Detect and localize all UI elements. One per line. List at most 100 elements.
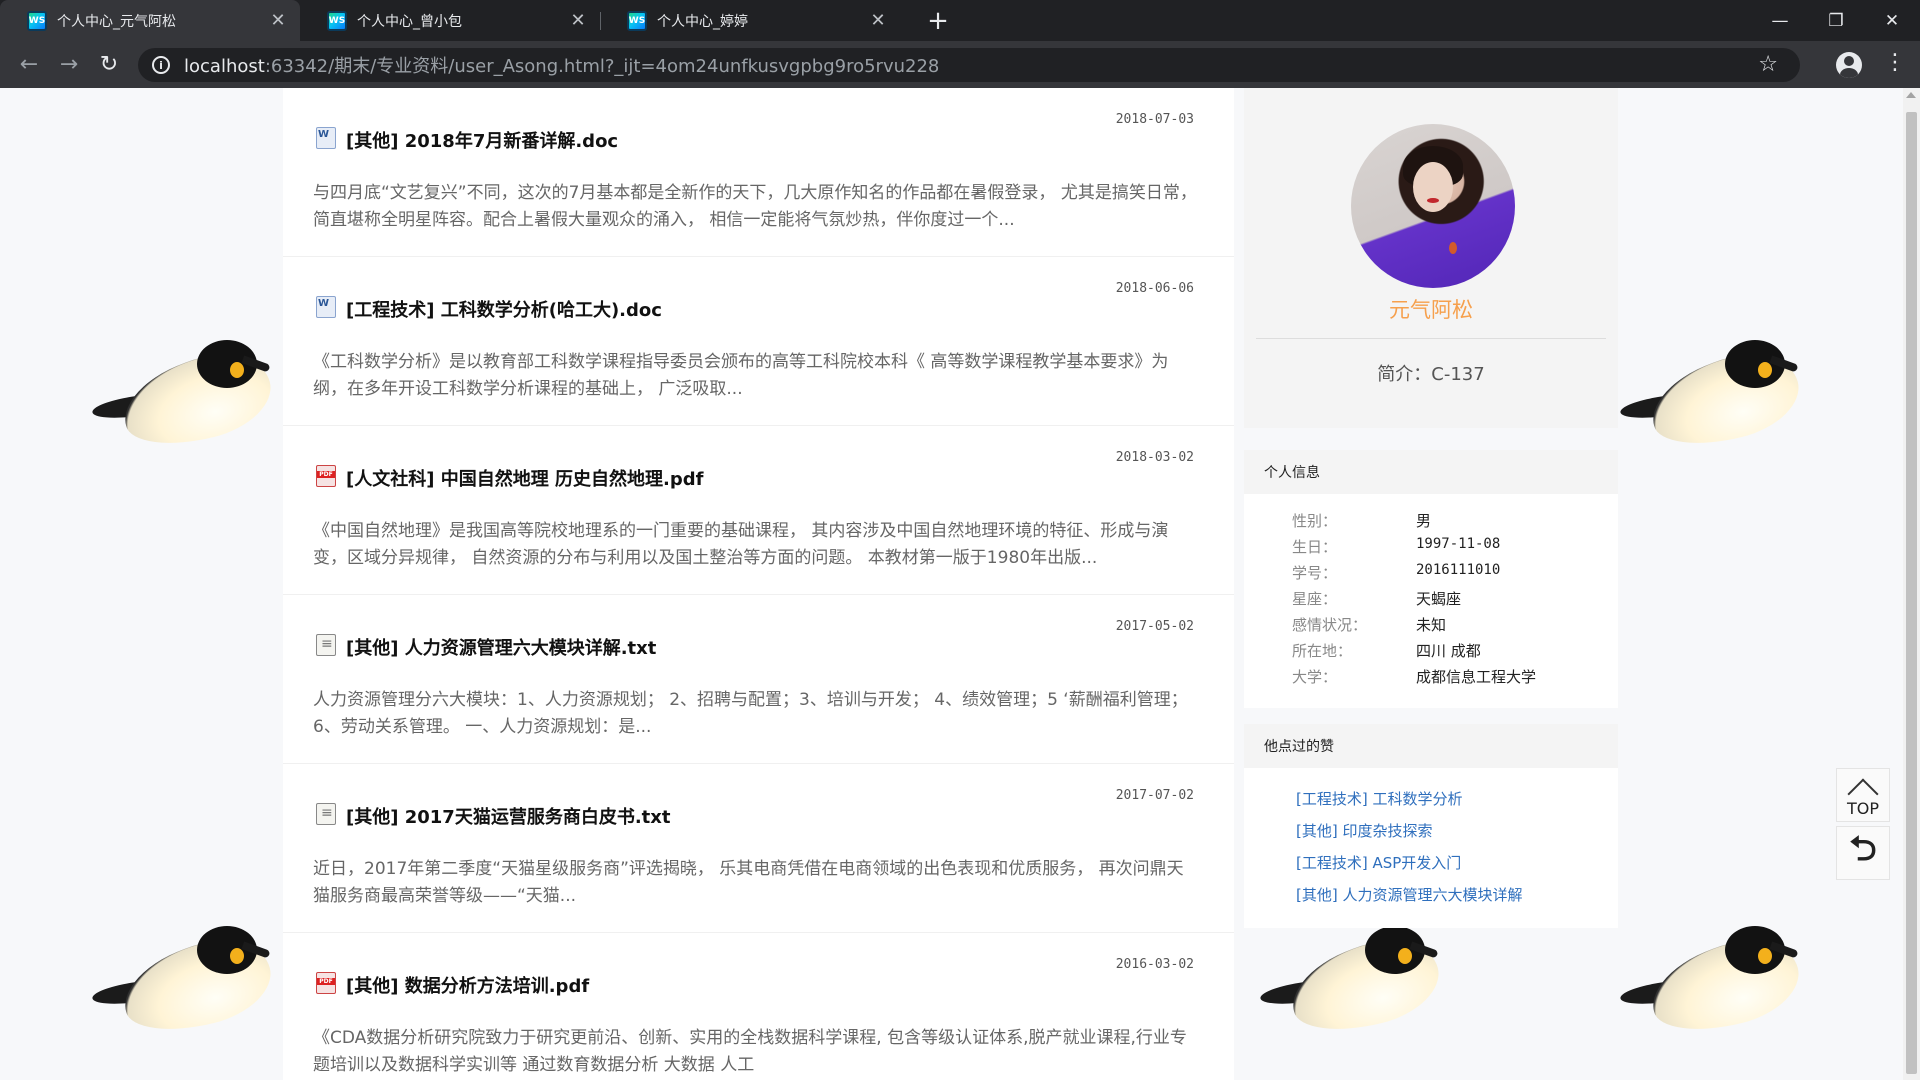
- penguin-decoration: [1259, 926, 1448, 1043]
- word-file-icon: [316, 296, 336, 318]
- article-list: 2018-07-03 [其他] 2018年7月新番详解.doc 与四月底“文艺复…: [283, 88, 1234, 1080]
- profile-bio: 简介：C-137: [1377, 364, 1485, 385]
- tab[interactable]: WS 个人中心_曾小包 ✕: [300, 0, 600, 41]
- article-date: 2018-06-06: [1115, 281, 1194, 296]
- browser-toolbar: ← → ↻ i localhost:63342/期末/专业资料/user_Aso…: [0, 41, 1920, 88]
- info-key: 感情状况：: [1292, 616, 1368, 634]
- webstorm-favicon-icon: WS: [627, 10, 647, 31]
- article-excerpt: 《工科数学分析》是以教育部工科数学课程指导委员会颁布的高等工科院校本科《 高等数…: [313, 352, 1169, 399]
- text-file-icon: [316, 803, 336, 825]
- likes-panel: 他点过的赞 [工程技术] 工科数学分析 [其他] 印度杂技探索 [工程技术] A…: [1244, 724, 1618, 928]
- info-key: 生日：: [1292, 538, 1338, 556]
- pdf-file-icon: [316, 465, 336, 487]
- article-item[interactable]: 2018-07-03 [其他] 2018年7月新番详解.doc 与四月底“文艺复…: [283, 88, 1234, 257]
- profile-username: 元气阿松: [1389, 298, 1473, 322]
- info-value: 天蝎座: [1416, 590, 1462, 608]
- divider: [1256, 338, 1606, 339]
- avatar[interactable]: [1351, 124, 1515, 288]
- tab-label: 个人中心_元气阿松: [57, 13, 176, 30]
- url-path: :63342/期末/专业资料/user_Asong.html?_ijt=4om2…: [264, 56, 940, 77]
- article-item[interactable]: 2017-05-02 [其他] 人力资源管理六大模块详解.txt 人力资源管理分…: [283, 595, 1234, 764]
- tab-close-icon[interactable]: ✕: [268, 10, 288, 31]
- article-title[interactable]: [工程技术] 工科数学分析(哈工大).doc: [346, 296, 662, 322]
- page-viewport: 2018-07-03 [其他] 2018年7月新番详解.doc 与四月底“文艺复…: [0, 88, 1903, 1080]
- minimize-button[interactable]: —: [1752, 0, 1808, 41]
- maximize-button[interactable]: ❐: [1808, 0, 1864, 41]
- article-title[interactable]: [其他] 人力资源管理六大模块详解.txt: [346, 634, 656, 660]
- info-key: 星座：: [1292, 590, 1338, 608]
- article-date: 2016-03-02: [1115, 957, 1194, 972]
- info-key: 所在地：: [1292, 642, 1353, 660]
- new-tab-button[interactable]: +: [924, 6, 952, 36]
- info-value: 未知: [1416, 616, 1447, 634]
- forward-button[interactable]: →: [52, 47, 86, 81]
- word-file-icon: [316, 127, 336, 149]
- scroll-up-arrow-icon[interactable]: [1906, 92, 1916, 98]
- profile-card: 元气阿松 简介：C-137: [1244, 88, 1618, 428]
- personal-info-panel: 个人信息 性别： 男 生日： 1997-11-08 学号： 2016111010 星座…: [1244, 450, 1618, 708]
- info-row: 生日： 1997-11-08: [1244, 536, 1618, 562]
- scrollbar-thumb[interactable]: [1906, 112, 1917, 1074]
- info-key: 学号：: [1292, 564, 1338, 582]
- url-text[interactable]: localhost:63342/期末/专业资料/user_Asong.html?…: [184, 52, 939, 78]
- tab[interactable]: WS 个人中心_婷婷 ✕: [600, 0, 900, 41]
- browser-menu-icon[interactable]: ⋮: [1884, 50, 1906, 75]
- webstorm-favicon-icon: WS: [327, 10, 347, 31]
- info-row: 性别： 男: [1244, 510, 1618, 536]
- article-excerpt: 人力资源管理分六大模块：1、人力资源规划； 2、招聘与配置；3、培训与开发； 4…: [313, 690, 1188, 737]
- profile-avatar-icon[interactable]: [1836, 52, 1862, 78]
- article-excerpt: 《中国自然地理》是我国高等院校地理系的一门重要的基础课程， 其内容涉及中国自然地…: [313, 521, 1169, 568]
- likes-heading: 他点过的赞: [1244, 724, 1618, 768]
- webstorm-favicon-icon: WS: [27, 10, 47, 31]
- info-row: 大学： 成都信息工程大学: [1244, 666, 1618, 692]
- browser-tab-bar: WS 个人中心_元气阿松 ✕ WS 个人中心_曾小包 ✕ WS 个人中心_婷婷 …: [0, 0, 1920, 41]
- tab-close-icon[interactable]: ✕: [568, 10, 588, 31]
- article-excerpt: 与四月底“文艺复兴”不同，这次的7月基本都是全新作的天下，几大原作知名的作品都在…: [313, 183, 1197, 230]
- article-title[interactable]: [人文社科] 中国自然地理 历史自然地理.pdf: [346, 465, 703, 491]
- go-back-button[interactable]: ⮌: [1836, 826, 1890, 880]
- article-excerpt: 近日，2017年第二季度“天猫星级服务商”评选揭晓， 乐其电商凭借在电商领域的出…: [313, 859, 1184, 906]
- url-host: localhost: [184, 56, 265, 77]
- tab-close-icon[interactable]: ✕: [868, 10, 888, 31]
- article-date: 2018-03-02: [1115, 450, 1194, 465]
- site-info-icon[interactable]: i: [152, 56, 170, 74]
- info-key: 性别：: [1292, 512, 1338, 530]
- liked-article-link[interactable]: [工程技术] ASP开发入门: [1296, 852, 1461, 873]
- return-arrow-icon: ⮌: [1849, 828, 1877, 869]
- penguin-decoration: [91, 926, 280, 1043]
- penguin-decoration: [91, 340, 280, 457]
- liked-article-link[interactable]: [工程技术] 工科数学分析: [1296, 788, 1462, 809]
- tab-active[interactable]: WS 个人中心_元气阿松 ✕: [0, 0, 300, 41]
- liked-article-link[interactable]: [其他] 人力资源管理六大模块详解: [1296, 884, 1522, 905]
- article-item[interactable]: 2018-03-02 [人文社科] 中国自然地理 历史自然地理.pdf 《中国自…: [283, 426, 1234, 595]
- info-value: 男: [1416, 512, 1432, 530]
- penguin-decoration: [1619, 340, 1808, 457]
- address-bar[interactable]: i localhost:63342/期末/专业资料/user_Asong.htm…: [138, 48, 1800, 82]
- back-button[interactable]: ←: [12, 47, 46, 81]
- article-item[interactable]: 2016-03-02 [其他] 数据分析方法培训.pdf 《CDA数据分析研究院…: [283, 933, 1234, 1080]
- article-date: 2017-07-02: [1115, 788, 1194, 803]
- penguin-decoration: [1619, 926, 1808, 1043]
- liked-article-link[interactable]: [其他] 印度杂技探索: [1296, 820, 1432, 841]
- tab-label: 个人中心_婷婷: [657, 13, 748, 30]
- article-item[interactable]: 2017-07-02 [其他] 2017天猫运营服务商白皮书.txt 近日，20…: [283, 764, 1234, 933]
- article-title[interactable]: [其他] 2018年7月新番详解.doc: [346, 127, 618, 153]
- article-title[interactable]: [其他] 数据分析方法培训.pdf: [346, 972, 589, 998]
- info-key: 大学：: [1292, 668, 1338, 686]
- info-value: 成都信息工程大学: [1416, 668, 1537, 686]
- close-window-button[interactable]: ✕: [1864, 0, 1920, 41]
- info-row: 感情状况： 未知: [1244, 614, 1618, 640]
- info-value: 1997-11-08: [1416, 536, 1501, 552]
- bookmark-star-icon[interactable]: ☆: [1758, 52, 1778, 77]
- info-row: 所在地： 四川 成都: [1244, 640, 1618, 666]
- article-item[interactable]: 2018-06-06 [工程技术] 工科数学分析(哈工大).doc 《工科数学分…: [283, 257, 1234, 426]
- tab-label: 个人中心_曾小包: [357, 13, 462, 30]
- article-title[interactable]: [其他] 2017天猫运营服务商白皮书.txt: [346, 803, 670, 829]
- reload-button[interactable]: ↻: [92, 47, 126, 81]
- article-date: 2018-07-03: [1115, 112, 1194, 127]
- info-row: 星座： 天蝎座: [1244, 588, 1618, 614]
- back-to-top-button[interactable]: TOP: [1836, 768, 1890, 822]
- personal-info-heading: 个人信息: [1244, 450, 1618, 494]
- info-row: 学号： 2016111010: [1244, 562, 1618, 588]
- text-file-icon: [316, 634, 336, 656]
